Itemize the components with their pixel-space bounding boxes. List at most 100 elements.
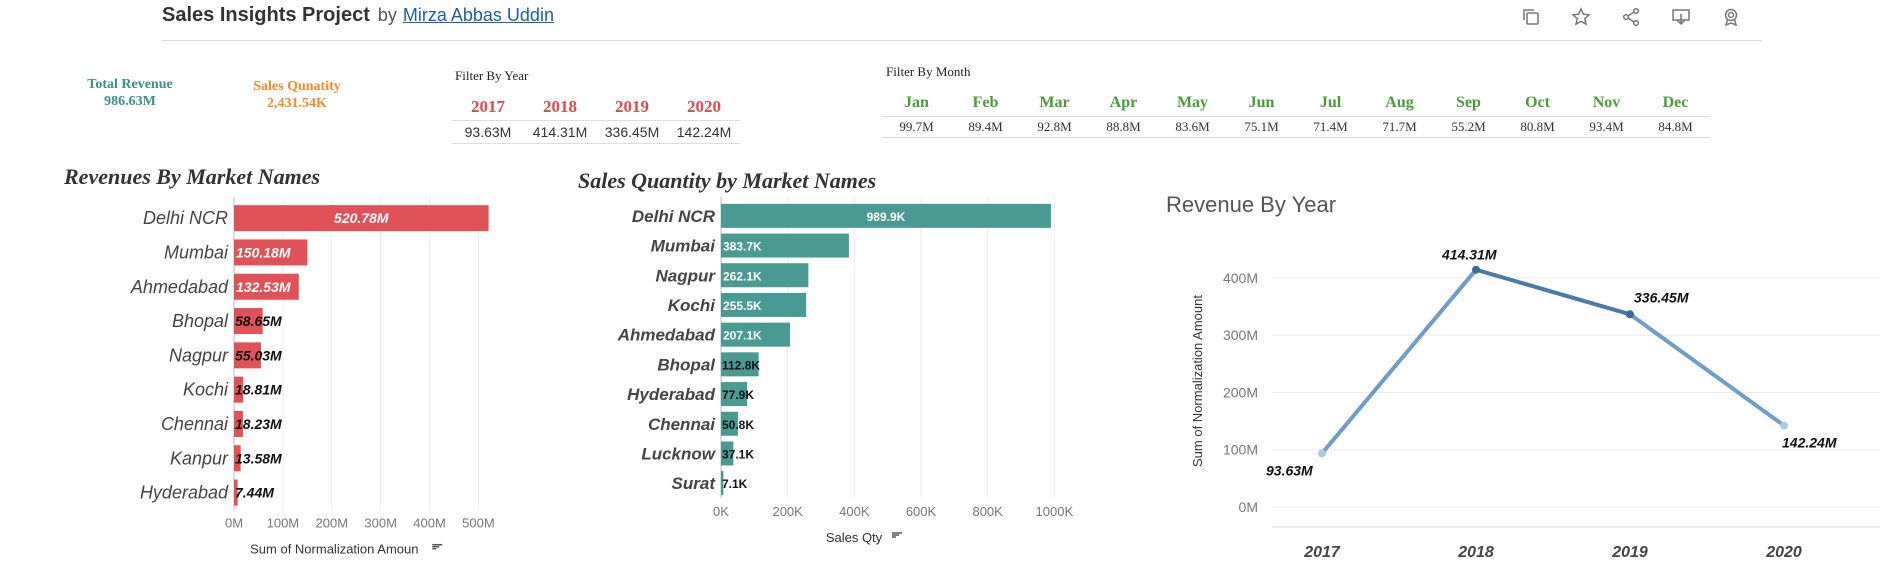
total-revenue-kpi: Total Revenue 986.63M xyxy=(70,76,190,110)
author-link[interactable]: Mirza Abbas Uddin xyxy=(403,5,554,26)
year-filter: 2017 2018 2019 2020 93.63M 414.31M 336.4… xyxy=(452,96,740,144)
month-value-jun: 75.1M xyxy=(1244,119,1279,134)
category-label: Hyderabad xyxy=(140,483,229,503)
data-label: 37.1K xyxy=(722,447,754,461)
data-point[interactable] xyxy=(1626,310,1634,319)
category-label: Ahmedabad xyxy=(130,277,229,297)
data-label: 336.45M xyxy=(1634,289,1689,305)
x-tick-label: 400K xyxy=(839,504,870,519)
month-filter-feb[interactable]: Feb xyxy=(951,92,1020,114)
x-tick-label: 2020 xyxy=(1765,544,1802,561)
year-filter-2017[interactable]: 2017 xyxy=(452,96,524,118)
share-icon[interactable] xyxy=(1620,6,1642,28)
series-line-segment xyxy=(1628,312,1786,428)
month-value-may: 83.6M xyxy=(1175,119,1210,134)
data-label: 132.53M xyxy=(236,279,291,295)
badge-icon[interactable] xyxy=(1720,6,1742,28)
year-filter-2018[interactable]: 2018 xyxy=(524,96,596,118)
data-point[interactable] xyxy=(1780,421,1788,430)
category-label: Delhi NCR xyxy=(632,207,716,226)
category-label: Nagpur xyxy=(656,266,717,285)
page-title: Sales Insights Project xyxy=(162,4,370,26)
category-label: Chennai xyxy=(161,414,229,434)
data-label: 383.7K xyxy=(723,240,762,254)
category-label: Nagpur xyxy=(169,345,229,365)
month-filter-aug[interactable]: Aug xyxy=(1365,92,1434,114)
year-filter-2019[interactable]: 2019 xyxy=(596,96,668,118)
year-filter-2020[interactable]: 2020 xyxy=(668,96,740,118)
data-label: 50.8K xyxy=(722,418,754,432)
quantity-by-market-title: Sales Quantity by Market Names xyxy=(578,168,877,193)
month-filter-sep[interactable]: Sep xyxy=(1434,92,1503,114)
header: Sales Insights Project by Mirza Abbas Ud… xyxy=(162,4,554,36)
x-tick-label: 2017 xyxy=(1303,544,1341,561)
x-tick-label: 500M xyxy=(462,516,495,531)
month-filter-jun[interactable]: Jun xyxy=(1227,92,1296,114)
copy-icon[interactable] xyxy=(1520,6,1542,28)
x-tick-label: 800K xyxy=(972,504,1003,519)
data-label: 55.03M xyxy=(235,347,282,363)
category-label: Delhi NCR xyxy=(143,208,228,228)
toolbar xyxy=(1520,6,1742,28)
revenue-by-year-title: Revenue By Year xyxy=(1166,192,1337,217)
data-label: 520.78M xyxy=(334,210,389,226)
year-value-2018: 414.31M xyxy=(532,124,588,140)
x-tick-label: 100M xyxy=(267,516,300,531)
month-filter-nov[interactable]: Nov xyxy=(1572,92,1641,114)
month-value-jan: 99.7M xyxy=(899,119,934,134)
year-value-2020: 142.24M xyxy=(676,124,732,140)
month-value-aug: 71.7M xyxy=(1382,119,1417,134)
y-tick-label: 100M xyxy=(1223,442,1258,458)
series-line-segment xyxy=(1474,267,1632,317)
category-label: Ahmedabad xyxy=(617,326,716,345)
data-label: 414.31M xyxy=(1441,247,1497,263)
month-value-apr: 88.8M xyxy=(1106,119,1141,134)
quantity-by-market-chart: 0K 200K 400K 600K 800K 1000K Delhi NCR 989.9K Mu… xyxy=(617,197,1074,545)
sales-quantity-value: 2,431.54K xyxy=(267,96,327,111)
month-value-oct: 80.8M xyxy=(1520,119,1555,134)
month-filter-may[interactable]: May xyxy=(1158,92,1227,114)
year-value-2019: 336.45M xyxy=(604,124,660,140)
data-label: 142.24M xyxy=(1782,435,1837,451)
month-value-dec: 84.8M xyxy=(1658,119,1693,134)
download-icon[interactable] xyxy=(1670,6,1692,28)
data-label: 989.9K xyxy=(867,210,906,224)
category-label: Kochi xyxy=(183,380,229,400)
month-filter-dec[interactable]: Dec xyxy=(1641,92,1710,114)
month-filter-oct[interactable]: Oct xyxy=(1503,92,1572,114)
month-filter-mar[interactable]: Mar xyxy=(1020,92,1089,114)
month-value-mar: 92.8M xyxy=(1037,119,1072,134)
data-label: 13.58M xyxy=(235,450,282,466)
year-value-2017: 93.63M xyxy=(464,124,512,140)
category-label: Bhopal xyxy=(172,311,229,331)
data-label: 150.18M xyxy=(236,244,291,260)
x-tick-label: 1000K xyxy=(1036,504,1074,519)
x-axis-title: Sum of Normalization Amoun xyxy=(250,542,418,557)
data-label: 207.1K xyxy=(723,329,762,343)
star-icon[interactable] xyxy=(1570,6,1592,28)
category-label: Mumbai xyxy=(651,237,717,256)
sort-icon[interactable] xyxy=(892,532,902,538)
sort-icon[interactable] xyxy=(432,543,443,550)
month-filter-jan[interactable]: Jan xyxy=(882,92,951,114)
revenue-by-market-title: Revenues By Market Names xyxy=(64,164,321,189)
x-tick-label: 300M xyxy=(364,516,397,531)
month-filter-apr[interactable]: Apr xyxy=(1089,92,1158,114)
y-axis-title: Sum of Normalization Amount xyxy=(1190,295,1205,467)
month-filter-jul[interactable]: Jul xyxy=(1296,92,1365,114)
data-point[interactable] xyxy=(1472,265,1480,274)
month-filter-label: Filter By Month xyxy=(886,64,971,79)
category-label: Kanpur xyxy=(170,448,229,468)
y-tick-label: 300M xyxy=(1223,327,1258,343)
y-tick-label: 400M xyxy=(1223,270,1258,286)
total-revenue-label: Total Revenue xyxy=(87,77,173,92)
data-label: 18.81M xyxy=(235,382,282,398)
data-point[interactable] xyxy=(1318,449,1326,458)
revenue-by-year-chart: 0M 100M 200M 300M 400M Sum of Normalization A… xyxy=(1190,247,1880,561)
sales-quantity-kpi: Sales Qunatity 2,431.54K xyxy=(232,78,362,112)
year-filter-label: Filter By Year xyxy=(455,68,529,83)
total-revenue-value: 986.63M xyxy=(104,94,156,109)
data-label: 93.63M xyxy=(1266,462,1313,478)
x-tick-label: 0M xyxy=(225,516,243,531)
month-value-feb: 89.4M xyxy=(968,119,1003,134)
